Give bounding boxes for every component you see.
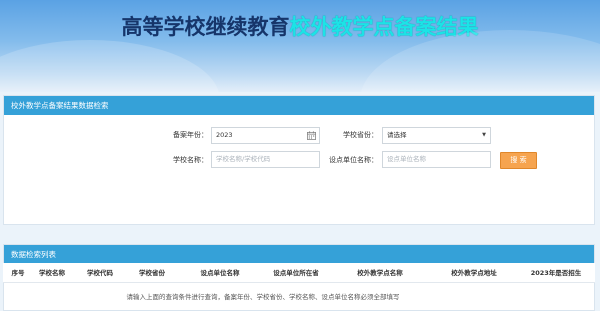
province-select[interactable]: 请选择 ▼ <box>382 127 491 144</box>
col-index: 序号 <box>11 269 25 277</box>
unit-name-input[interactable]: 设点单位名称 <box>382 151 491 168</box>
col-site-name: 校外教学点名称 <box>357 269 403 277</box>
results-table-header: 序号 学校名称 学校代码 学校省份 设点单位名称 设点单位所在省 校外教学点名称… <box>3 263 595 283</box>
school-name-input[interactable]: 学校名称/学校代码 <box>211 151 320 168</box>
empty-result-message: 请输入上面的查询条件进行查询，备案年份、学校省份、学校名称、设点单位名称必须全部… <box>126 293 400 301</box>
unit-name-label: 设点单位名称： <box>329 156 378 164</box>
year-label: 备案年份： <box>173 131 208 139</box>
unit-name-placeholder: 设点单位名称 <box>387 155 426 163</box>
col-school-name: 学校名称 <box>39 269 65 277</box>
year-input[interactable]: 2023 <box>211 127 320 144</box>
col-school-code: 学校代码 <box>87 269 113 277</box>
banner-title-main: 高等学校继续教育 <box>121 15 290 39</box>
col-school-province: 学校省份 <box>139 269 165 277</box>
school-name-placeholder: 学校名称/学校代码 <box>216 155 271 163</box>
dropdown-arrow-icon: ▼ <box>482 132 486 138</box>
search-button[interactable]: 搜 索 <box>500 152 537 169</box>
province-label: 学校省份： <box>343 131 378 139</box>
calendar-icon[interactable] <box>307 131 316 140</box>
school-name-label: 学校名称： <box>173 156 208 164</box>
banner-title-highlight: 校外教学点备案结果 <box>289 15 479 39</box>
col-site-address: 校外教学点地址 <box>451 269 497 277</box>
province-value: 请选择 <box>387 131 407 139</box>
year-value: 2023 <box>216 131 233 139</box>
search-panel-header: 校外教学点备案结果数据检索 <box>4 96 594 115</box>
col-enroll-status: 2023年是否招生 <box>530 269 582 277</box>
page-banner: 高等学校继续教育校外教学点备案结果 <box>0 0 600 92</box>
results-panel-header: 数据检索列表 <box>4 245 594 264</box>
col-unit-name: 设点单位名称 <box>200 269 240 277</box>
banner-title: 高等学校继续教育校外教学点备案结果 <box>0 11 600 41</box>
col-unit-province: 设点单位所在省 <box>273 269 319 277</box>
